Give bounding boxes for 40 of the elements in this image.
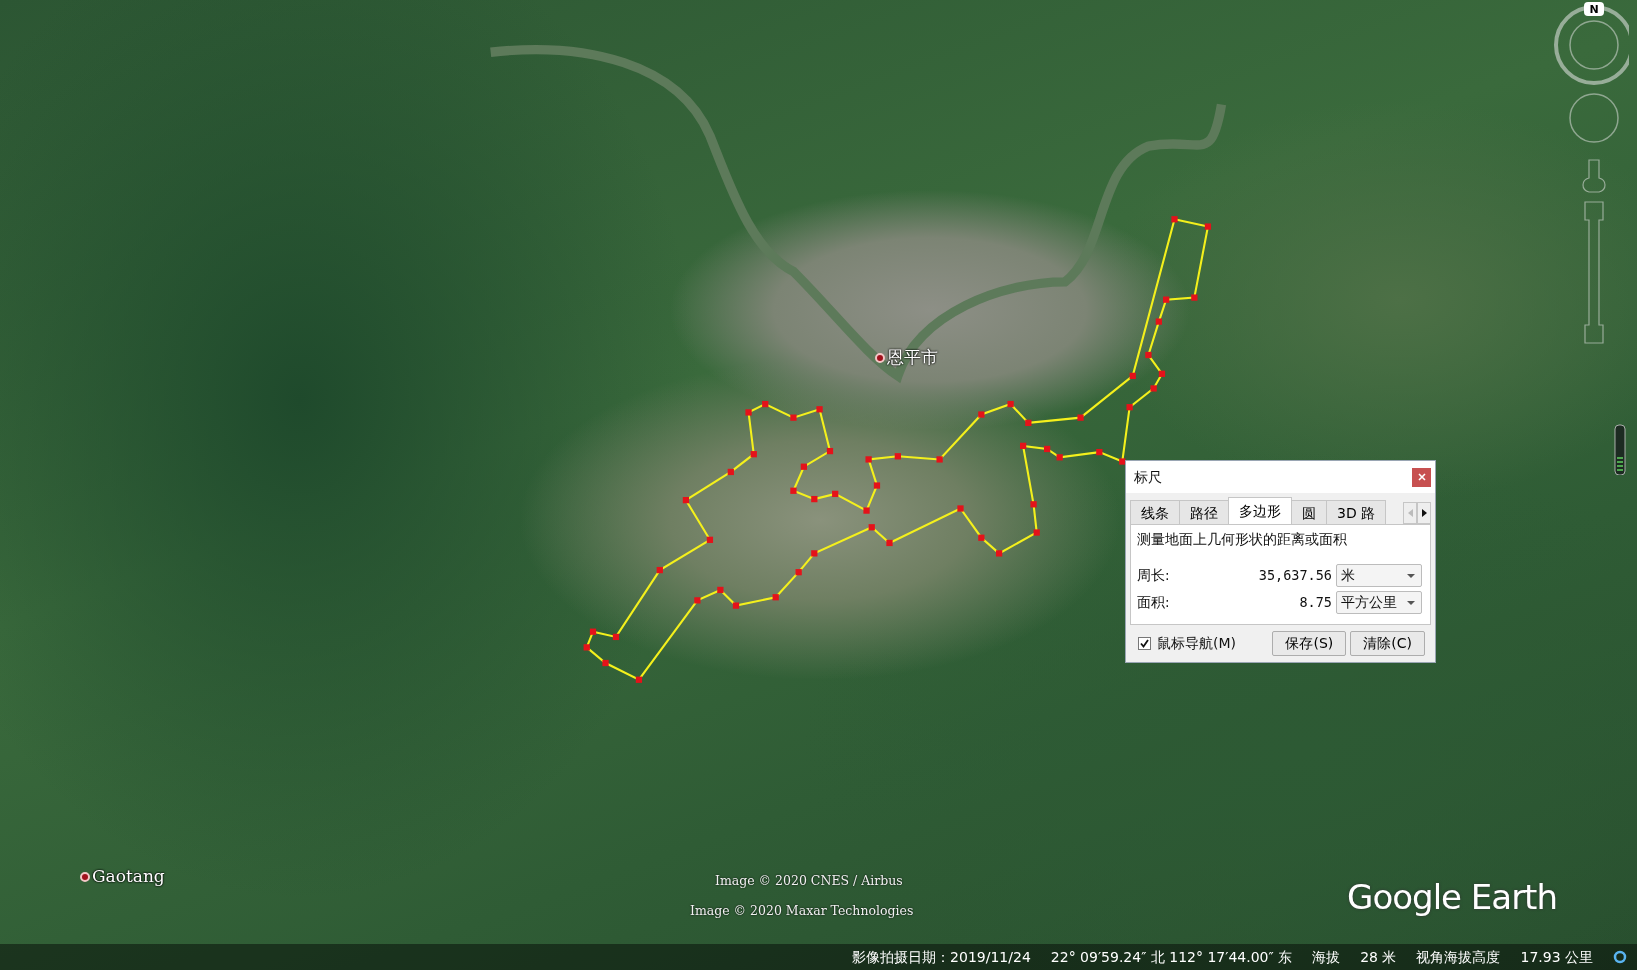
measurement-value: 8.75 [1298, 593, 1333, 613]
checkbox[interactable] [1138, 637, 1151, 650]
right-arrow-icon [1421, 509, 1427, 517]
logo-text: Google Earth [1347, 876, 1557, 919]
place-label: 恩平市 [887, 346, 938, 369]
scroll-right-button[interactable] [1417, 502, 1431, 524]
imagery-date-text: 影像拍摄日期：2019/11/24 [852, 947, 1031, 967]
coordinates-text: 22° 09′59.24″ 北 112° 17′44.00″ 东 [1050, 947, 1293, 967]
eye-altitude-label: 视角海拔高度 [1416, 947, 1501, 967]
tab[interactable]: 多边形 [1228, 497, 1292, 524]
checkbox-label: 鼠标导航(M) [1157, 634, 1236, 653]
tab[interactable]: 路径 [1179, 500, 1229, 524]
attribution-text: Image © 2020 Maxar Technologies [690, 902, 914, 920]
unit-dropdown[interactable]: 米 [1336, 564, 1422, 587]
place-pin-icon[interactable] [875, 352, 885, 363]
dialog-title: 标尺 [1134, 467, 1162, 487]
close-button[interactable] [1412, 467, 1431, 487]
unit-dropdown[interactable]: 平方公里 [1336, 591, 1422, 614]
attribution-text: Image © 2020 CNES / Airbus [715, 872, 903, 890]
tab[interactable]: 线条 [1130, 500, 1180, 524]
dialog-button[interactable]: 保存(S) [1272, 631, 1347, 656]
close-icon [1417, 473, 1426, 481]
tab[interactable]: 圆 [1291, 500, 1327, 524]
caret-icon [1407, 573, 1415, 578]
measurement-label: 周长: [1137, 566, 1170, 586]
elevation-label: 海拔 [1312, 947, 1341, 967]
tab[interactable]: 3D 路 [1326, 500, 1387, 524]
eye-altitude-value: 17.93 公里 [1520, 947, 1593, 967]
checkmark-icon [1140, 639, 1149, 648]
measurement-value: 35,637.56 [1257, 566, 1333, 586]
place-label: Gaotang [92, 865, 165, 888]
navigation-controls-drawing[interactable]: N [1549, 0, 1629, 475]
elevation-value: 28 米 [1360, 947, 1397, 967]
description-text: 测量地面上几何形状的距离或面积 [1137, 530, 1348, 549]
caret-icon [1407, 600, 1415, 605]
dialog-button[interactable]: 清除(C) [1350, 631, 1425, 656]
loading-ring-icon [1613, 950, 1627, 964]
measurement-label: 面积: [1137, 593, 1170, 613]
left-arrow-icon [1407, 509, 1413, 517]
place-pin-icon[interactable] [80, 871, 90, 882]
